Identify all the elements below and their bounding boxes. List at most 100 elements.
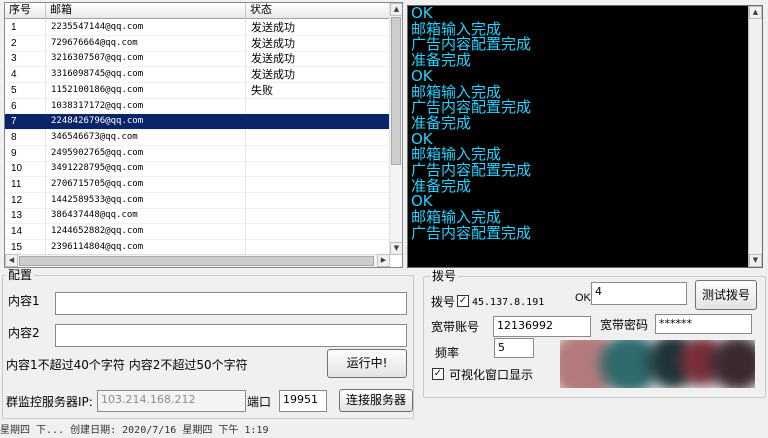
email-list[interactable]: 序号 邮箱 状态 1 2235547144@qq.com 发送成功 2 72967666… xyxy=(4,2,403,268)
row-email: 2235547144@qq.com xyxy=(51,22,144,32)
table-row[interactable]: 3 3216307507@qq.com 发送成功 xyxy=(5,51,390,68)
row-number: 6 xyxy=(11,100,17,112)
console-scrollbar[interactable]: ▲ ▼ xyxy=(748,6,762,267)
password-input[interactable]: ****** xyxy=(655,314,752,334)
dial-label: 拨号 xyxy=(431,295,456,309)
list-body: 1 2235547144@qq.com 发送成功 2 729676664@qq.com 发… xyxy=(5,20,390,256)
content1-input[interactable] xyxy=(55,292,407,315)
table-row[interactable]: 11 2706715705@qq.com xyxy=(5,177,390,193)
scroll-right-icon[interactable]: ▶ xyxy=(377,254,390,267)
visual-window-checkbox[interactable]: ✓ xyxy=(432,368,444,380)
table-row[interactable]: 5 1152100186@qq.com 失败 xyxy=(5,83,390,99)
row-number: 8 xyxy=(11,131,17,143)
scroll-up-icon[interactable]: ▲ xyxy=(390,3,402,16)
log-line: 广告内容配置完成 xyxy=(411,223,532,242)
row-status: 发送成功 xyxy=(251,68,295,82)
row-status: 发送成功 xyxy=(251,36,295,50)
list-vertical-scrollbar[interactable]: ▲ ▼ xyxy=(389,3,402,255)
row-status xyxy=(245,99,385,115)
scroll-thumb[interactable] xyxy=(391,17,401,165)
test-dial-button[interactable]: 测试拨号 xyxy=(695,280,757,310)
content1-label: 内容1 xyxy=(8,294,40,308)
row-email: 1152100186@qq.com xyxy=(51,84,144,95)
column-header-email[interactable]: 邮箱 xyxy=(46,3,246,19)
password-label: 宽带密码 xyxy=(600,318,649,332)
dialup-group-title: 拨号 xyxy=(430,269,459,283)
image-blob xyxy=(710,340,755,388)
column-header-status[interactable]: 状态 xyxy=(246,3,390,19)
row-status xyxy=(245,114,385,130)
connect-server-button[interactable]: 连接服务器 xyxy=(339,389,413,412)
row-number: 3 xyxy=(11,53,17,65)
row-status: 失败 xyxy=(251,83,273,97)
port-input[interactable]: 19951 xyxy=(279,390,327,412)
dial-ip-value: 45.137.8.191 xyxy=(472,297,545,308)
table-row[interactable]: 7 2248426796@qq.com xyxy=(5,114,390,131)
row-status xyxy=(245,161,385,177)
scroll-up-icon[interactable]: ▲ xyxy=(749,6,762,19)
row-email: 3216307507@qq.com xyxy=(51,53,144,64)
table-row[interactable]: 12 1442589533@qq.com xyxy=(5,193,390,209)
row-number: 13 xyxy=(11,210,23,222)
column-header-num[interactable]: 序号 xyxy=(5,3,46,19)
server-ip-input[interactable]: 103.214.168.212 xyxy=(97,390,246,412)
table-row[interactable]: 14 1244652882@qq.com xyxy=(5,224,390,241)
row-number: 7 xyxy=(11,116,17,128)
row-number: 10 xyxy=(11,163,23,175)
row-number: 5 xyxy=(11,84,17,96)
log-console: OK 邮箱输入完成 广告内容配置完成 准备完成 OK 邮箱输入完成 广告内容配置完成 准备完成… xyxy=(407,5,763,268)
content2-label: 内容2 xyxy=(8,326,40,340)
table-row[interactable]: 9 2495902765@qq.com xyxy=(5,146,390,162)
row-number: 9 xyxy=(11,147,17,159)
row-email: 1038317172@qq.com xyxy=(51,100,144,111)
dial-checkbox[interactable]: ✓ xyxy=(457,295,469,307)
row-status xyxy=(245,208,385,224)
port-label: 端口 xyxy=(247,395,272,409)
row-status: 发送成功 xyxy=(251,21,295,34)
scroll-thumb[interactable] xyxy=(19,256,374,266)
ok-count-input[interactable]: 4 xyxy=(591,282,687,305)
frequency-label: 频率 xyxy=(435,346,460,360)
scroll-left-icon[interactable]: ◀ xyxy=(5,254,18,267)
config-group-title: 配置 xyxy=(6,268,35,282)
scroll-down-icon[interactable]: ▼ xyxy=(390,242,402,255)
row-number: 11 xyxy=(11,179,22,190)
frequency-input[interactable]: 5 xyxy=(494,338,534,358)
row-status xyxy=(245,177,385,193)
row-number: 12 xyxy=(11,194,23,206)
row-email: 2495902765@qq.com xyxy=(51,147,144,158)
account-input[interactable]: 12136992 xyxy=(493,316,591,337)
log-text: OK 邮箱输入完成 广告内容配置完成 准备完成 OK 邮箱输入完成 广告内容配置完成 准备完成… xyxy=(411,6,751,242)
row-status xyxy=(245,224,385,240)
ok-label: OK xyxy=(575,292,591,304)
table-row[interactable]: 4 3316098745@qq.com 发送成功 xyxy=(5,67,390,84)
row-number: 4 xyxy=(11,69,17,81)
content-limit-hint: 内容1不超过40个字符 内容2不超过50个字符 xyxy=(6,358,248,372)
row-status xyxy=(245,130,385,146)
row-status xyxy=(245,146,385,162)
checkmark-icon: ✓ xyxy=(433,368,443,379)
row-email: 3491228795@qq.com xyxy=(51,163,144,174)
row-email: 1244652882@qq.com xyxy=(51,226,144,237)
row-number: 14 xyxy=(11,226,23,238)
row-email: 2248426796@qq.com xyxy=(51,116,144,127)
log-line: 准备完成 xyxy=(411,176,472,195)
status-bar: 星期四 下... 创建日期: 2020/7/16 星期四 下午 1:19 xyxy=(0,424,768,438)
list-horizontal-scrollbar[interactable]: ◀ ▶ xyxy=(5,254,390,267)
table-row[interactable]: 8 346546673@qq.com xyxy=(5,130,390,146)
row-number: 2 xyxy=(11,37,17,49)
table-row[interactable]: 1 2235547144@qq.com 发送成功 xyxy=(5,20,390,36)
row-email: 1442589533@qq.com xyxy=(51,194,144,205)
row-status: 发送成功 xyxy=(251,52,295,66)
scroll-down-icon[interactable]: ▼ xyxy=(749,254,762,267)
row-email: 2706715705@qq.com xyxy=(51,179,144,189)
row-email: 346546673@qq.com xyxy=(51,131,138,142)
table-row[interactable]: 10 3491228795@qq.com xyxy=(5,161,390,178)
table-row[interactable]: 13 386437448@qq.com xyxy=(5,208,390,225)
row-email: 3316098745@qq.com xyxy=(51,69,144,80)
row-email: 729676664@qq.com xyxy=(51,37,138,48)
table-row[interactable]: 6 1038317172@qq.com xyxy=(5,99,390,115)
run-button[interactable]: 运行中! xyxy=(327,349,407,378)
table-row[interactable]: 2 729676664@qq.com 发送成功 xyxy=(5,36,390,52)
content2-input[interactable] xyxy=(55,324,407,347)
